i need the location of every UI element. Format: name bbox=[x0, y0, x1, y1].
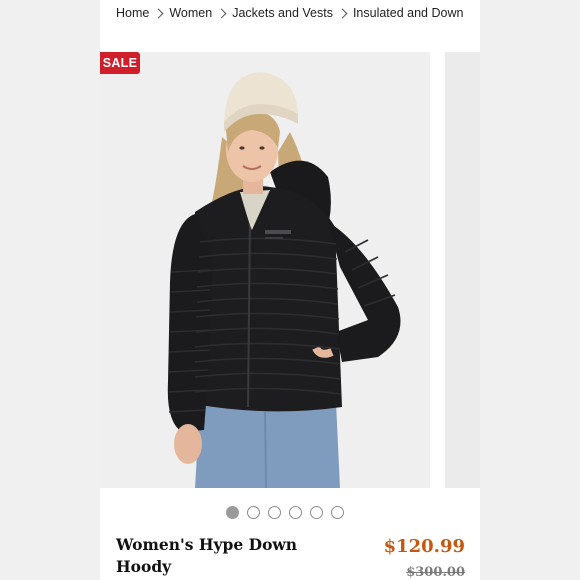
product-image-carousel[interactable] bbox=[100, 52, 480, 488]
breadcrumb-women[interactable]: Women bbox=[169, 6, 212, 20]
breadcrumb: Home Women Jackets and Vests Insulated a… bbox=[116, 5, 463, 21]
chevron-right-icon bbox=[216, 8, 227, 18]
breadcrumb-jackets-and-vests[interactable]: Jackets and Vests bbox=[232, 6, 333, 20]
chevron-right-icon bbox=[337, 8, 348, 18]
chevron-right-icon bbox=[153, 8, 164, 18]
original-price: $300.00 bbox=[406, 565, 465, 580]
sale-price: $120.99 bbox=[383, 536, 465, 557]
carousel-dot-5[interactable] bbox=[310, 506, 323, 519]
carousel-dot-1[interactable] bbox=[226, 506, 239, 519]
woman-in-black-down-hoody-icon bbox=[167, 72, 401, 488]
breadcrumb-insulated-and-down[interactable]: Insulated and Down bbox=[353, 6, 464, 20]
product-image[interactable] bbox=[100, 52, 430, 488]
product-panel: Home Women Jackets and Vests Insulated a… bbox=[100, 0, 480, 580]
breadcrumb-home[interactable]: Home bbox=[116, 6, 149, 20]
carousel-pagination bbox=[226, 506, 344, 519]
carousel-dot-3[interactable] bbox=[268, 506, 281, 519]
carousel-dot-6[interactable] bbox=[331, 506, 344, 519]
next-slide-preview[interactable] bbox=[445, 52, 480, 488]
carousel-dot-4[interactable] bbox=[289, 506, 302, 519]
product-title: Women's Hype Down Hoody bbox=[116, 535, 298, 576]
sale-badge: SALE bbox=[100, 52, 140, 74]
product-page: Home Women Jackets and Vests Insulated a… bbox=[0, 0, 580, 580]
carousel-dot-2[interactable] bbox=[247, 506, 260, 519]
